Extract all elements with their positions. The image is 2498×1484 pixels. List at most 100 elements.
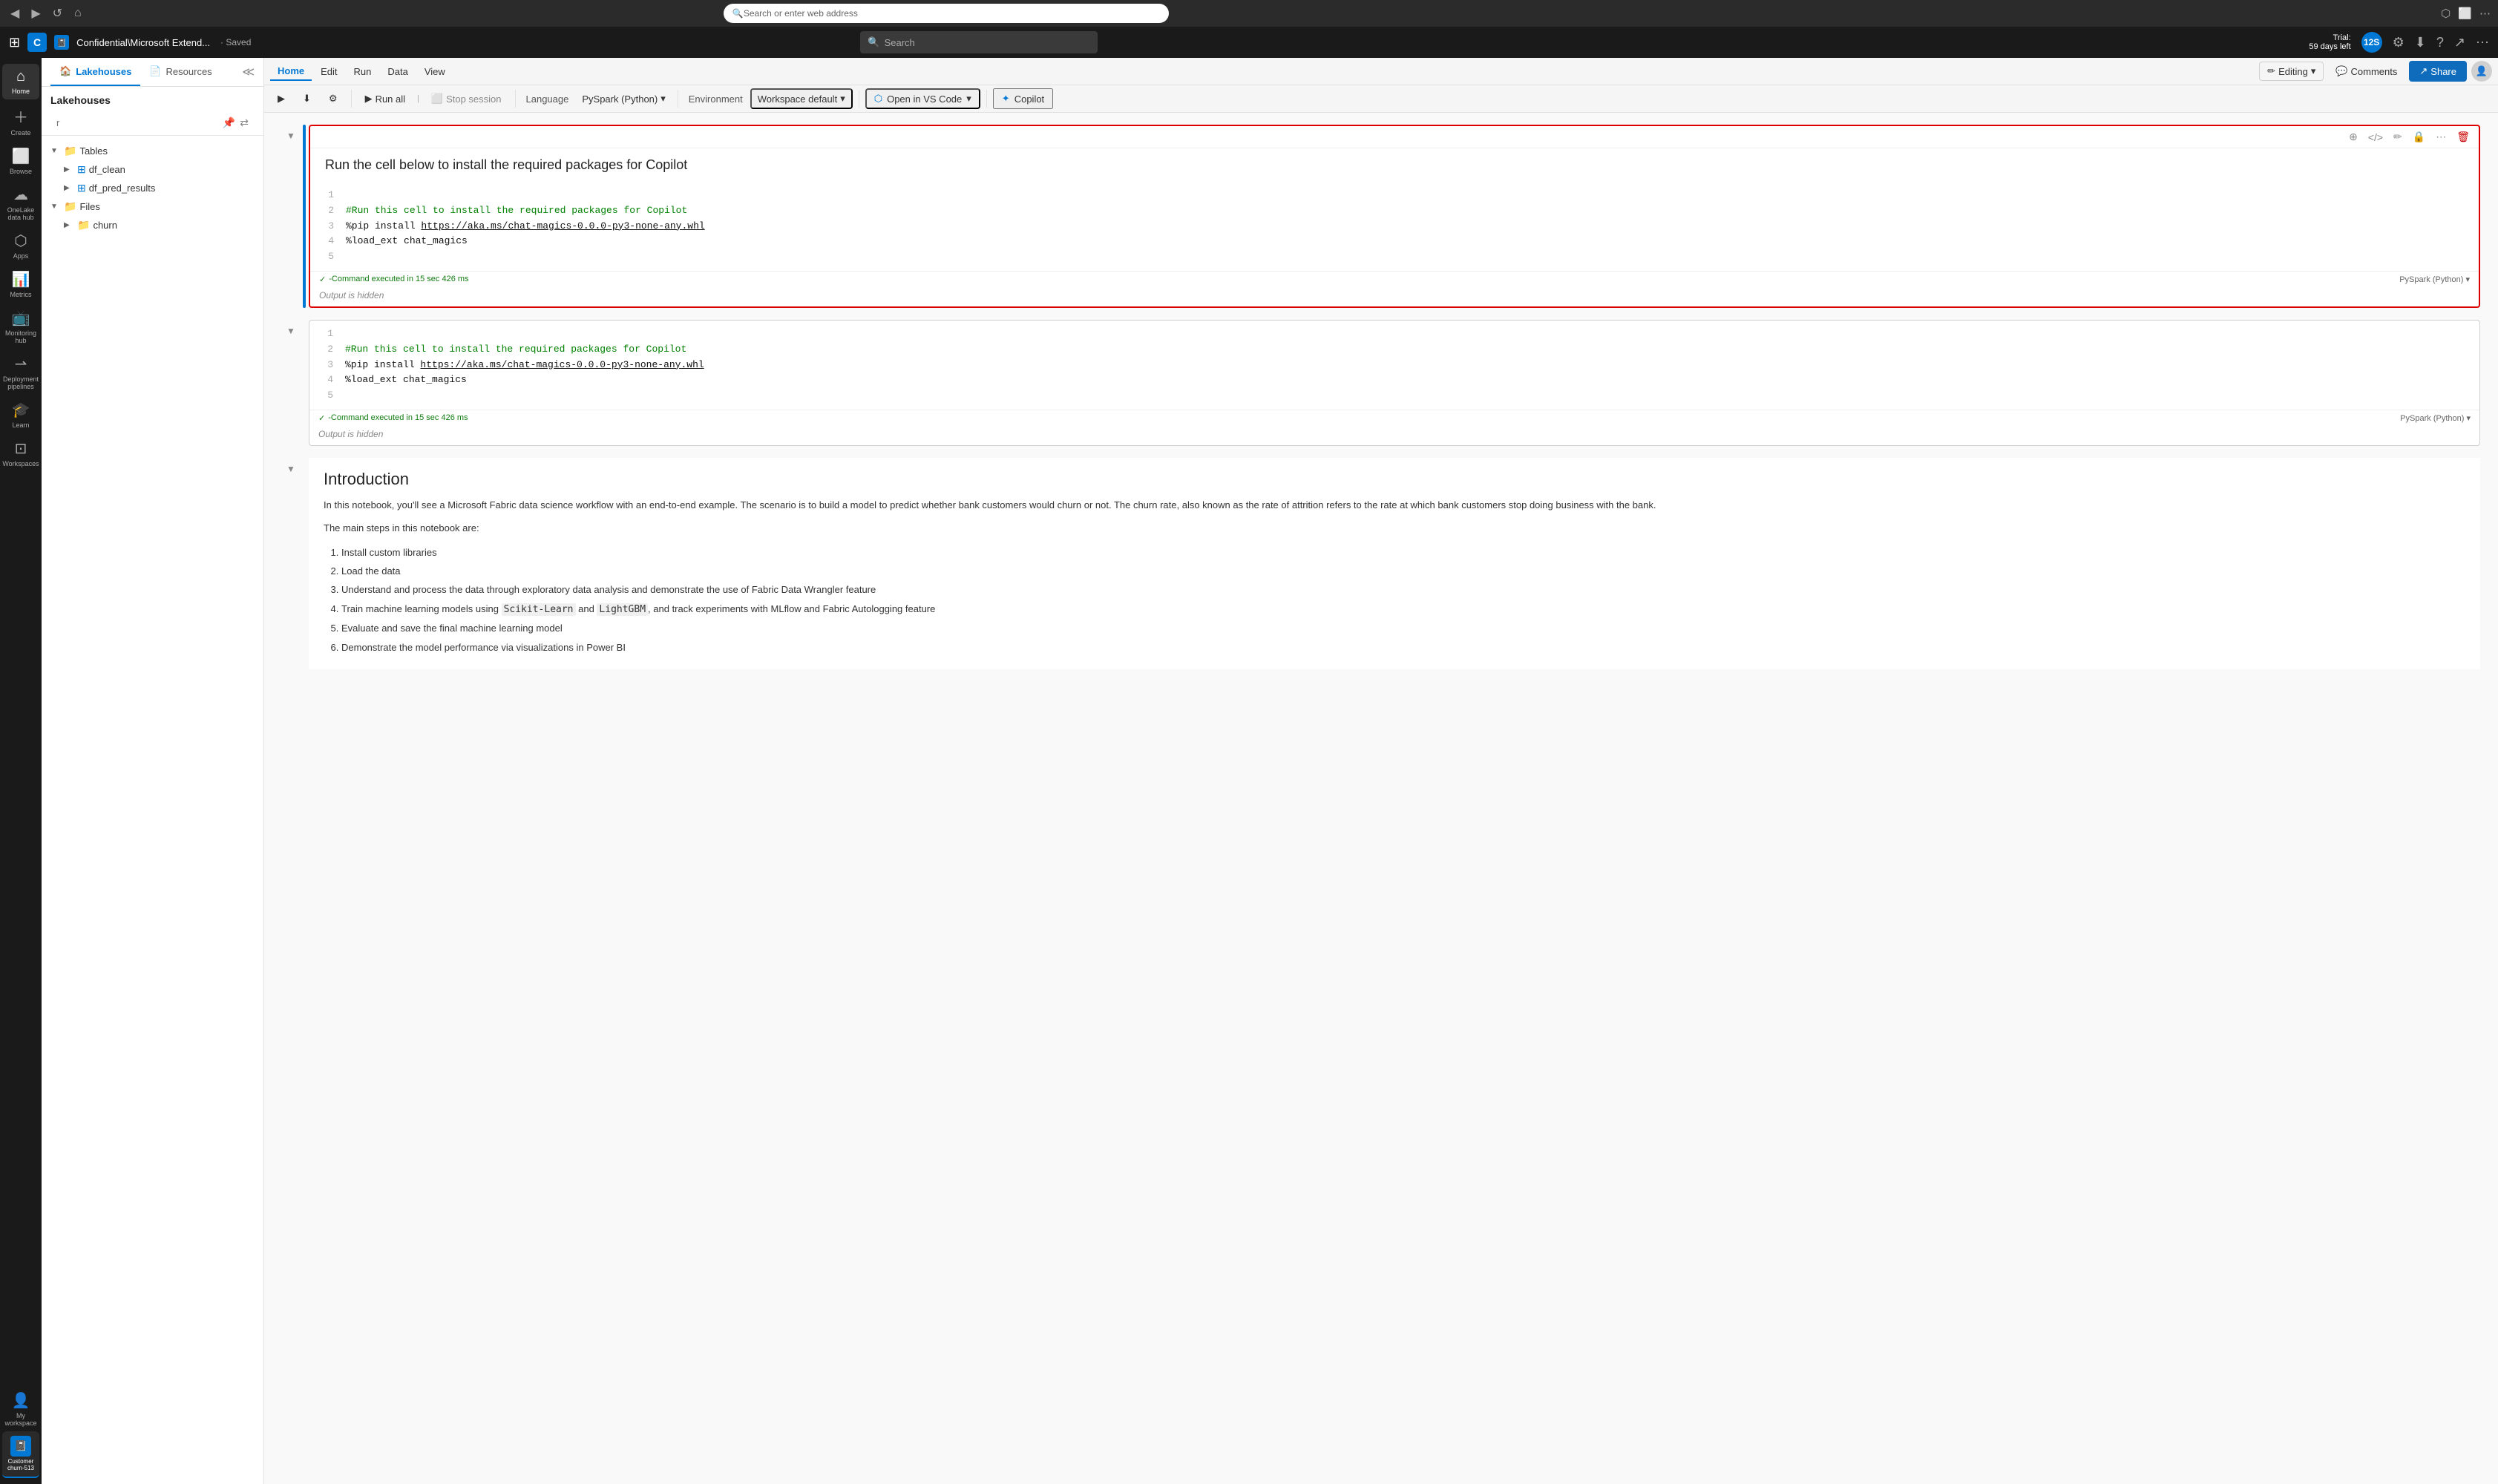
separator	[986, 90, 987, 108]
chevron-right-icon: ▶	[64, 184, 74, 192]
user-avatar[interactable]: 12S	[2361, 32, 2382, 53]
output-hidden-label-2[interactable]: Output is hidden	[309, 426, 2479, 445]
share-icon[interactable]: ↗	[2454, 35, 2465, 50]
editing-button[interactable]: ✏ Editing ▾	[2259, 62, 2324, 81]
swap-icon[interactable]: ⇄	[240, 116, 249, 129]
search-icon: 🔍	[868, 36, 879, 48]
refresh-button[interactable]: ↺	[50, 3, 65, 24]
sidebar-item-workspaces[interactable]: ⊡ Workspaces	[2, 435, 39, 472]
chevron-down-icon: ▾	[2466, 414, 2471, 423]
menu-item-data[interactable]: Data	[380, 63, 415, 80]
home-button[interactable]: ⌂	[71, 4, 85, 23]
stop-session-button[interactable]: ⬜ Stop session	[424, 90, 509, 108]
code-area-2[interactable]: 1 2 #Run this cell to install the requir…	[309, 321, 2479, 410]
tab-resources[interactable]: 📄 Resources	[140, 58, 220, 86]
sidebar-item-deployment[interactable]: ⇀ Deployment pipelines	[2, 350, 39, 395]
waffle-menu[interactable]: ⊞	[9, 35, 20, 50]
sidebar-item-create[interactable]: ＋ Create	[2, 101, 39, 141]
sidebar-item-learn[interactable]: 🎓 Learn	[2, 396, 39, 433]
code-line-4: 4 %load_ext chat_magics	[318, 372, 2471, 388]
sidebar-item-onelake[interactable]: ☁ OneLake data hub	[2, 181, 39, 226]
tab-icon[interactable]: ⬜	[2458, 7, 2472, 20]
download-icon[interactable]: ⬇	[2415, 35, 2426, 50]
search-bar[interactable]: 🔍 Search	[860, 31, 1098, 53]
sidebar-item-customer[interactable]: 📓 Customer churn-513	[2, 1431, 39, 1478]
check-icon: ✓	[318, 413, 325, 423]
stop-icon: ⬜	[431, 93, 443, 105]
environment-selector[interactable]: Workspace default ▾	[750, 88, 853, 109]
code-area-1[interactable]: 1 2 #Run this cell to install the requir…	[310, 182, 2479, 271]
sidebar-bottom: 👤 My workspace 📓 Customer churn-513	[2, 1387, 39, 1478]
run-all-button[interactable]: ▶ Run all	[358, 90, 413, 108]
intro-bar	[303, 458, 306, 669]
lakehouse-search-input[interactable]	[56, 117, 218, 128]
target-icon[interactable]: ⊕	[2346, 129, 2361, 145]
user-avatar-btn[interactable]: 👤	[2471, 61, 2492, 82]
divider	[42, 135, 263, 136]
cell-body-1[interactable]: ⊕ </> ✏ 🔒 ⋯ 🗑 Run the cell below to inst…	[309, 125, 2480, 308]
menu-item-run[interactable]: Run	[347, 63, 379, 80]
open-vscode-button[interactable]: ⬡ Open in VS Code ▾	[865, 88, 980, 109]
separator	[351, 90, 352, 108]
tree-item-df-clean[interactable]: ▶ ⊞ df_clean	[42, 160, 263, 179]
list-item: Load the data	[341, 562, 2465, 580]
code-icon[interactable]: </>	[2365, 130, 2386, 145]
menu-item-edit[interactable]: Edit	[313, 63, 344, 80]
output-hidden-label-1[interactable]: Output is hidden	[310, 287, 2479, 306]
code-line-5: 5	[318, 388, 2471, 404]
collapse-intro-button[interactable]: ▼	[286, 464, 295, 474]
cell-body-2[interactable]: 1 2 #Run this cell to install the requir…	[309, 320, 2480, 446]
more-icon[interactable]: ⋯	[2476, 35, 2489, 50]
copilot-button[interactable]: ✦ Copilot	[993, 88, 1053, 109]
settings-button[interactable]: ⚙	[321, 90, 345, 108]
search-icon: 🔍	[732, 8, 744, 19]
pencil-icon[interactable]: ✏	[2390, 129, 2405, 145]
tree-item-files[interactable]: ▼ 📁 Files	[42, 197, 263, 216]
language-selector[interactable]: PySpark (Python) ▾	[576, 90, 671, 108]
lang-indicator-2: PySpark (Python) ▾	[2400, 413, 2471, 423]
sidebar-item-browse[interactable]: ⬜ Browse	[2, 142, 39, 180]
sidebar-item-home[interactable]: ⌂ Home	[2, 64, 39, 99]
intro-title: Introduction	[324, 470, 2465, 489]
list-item: Install custom libraries	[341, 544, 2465, 561]
saved-indicator[interactable]: · Saved	[220, 37, 251, 47]
share-button[interactable]: ↗ Share	[2409, 61, 2467, 82]
vscode-icon: ⬡	[874, 93, 882, 105]
help-icon[interactable]: ?	[2436, 35, 2444, 50]
monitoring-icon: 📺	[12, 309, 30, 327]
collapse-cell-button[interactable]: ▼	[286, 326, 295, 336]
more-icon[interactable]: ⋯	[2433, 129, 2449, 145]
list-item: Evaluate and save the final machine lear…	[341, 620, 2465, 637]
menu-item-home[interactable]: Home	[270, 62, 312, 81]
settings-icon[interactable]: ⋯	[2479, 7, 2491, 20]
tree-item-tables[interactable]: ▼ 📁 Tables	[42, 142, 263, 160]
lock-icon[interactable]: 🔒	[2410, 129, 2428, 145]
execution-status-2: ✓ -Command executed in 15 sec 426 ms	[318, 413, 468, 423]
tab-lakehouses[interactable]: 🏠 Lakehouses	[50, 58, 140, 86]
intro-cell: ▼ Introduction In this notebook, you'll …	[282, 458, 2480, 669]
menu-item-view[interactable]: View	[417, 63, 453, 80]
comments-button[interactable]: 💬 Comments	[2328, 62, 2404, 80]
settings-icon[interactable]: ⚙	[2393, 35, 2404, 50]
address-bar[interactable]: 🔍 Search or enter web address	[724, 4, 1169, 23]
sidebar-item-metrics[interactable]: 📊 Metrics	[2, 266, 39, 303]
notebook-area[interactable]: ▼ ⊕ </> ✏ 🔒 ⋯ 🗑 Run the cell below to in…	[264, 113, 2498, 1484]
collapse-panel-button[interactable]: ≪	[242, 58, 255, 86]
download-button[interactable]: ⬇	[295, 90, 318, 108]
execution-status: ✓ -Command executed in 15 sec 426 ms	[319, 275, 469, 284]
sidebar-item-monitoring[interactable]: 📺 Monitoring hub	[2, 304, 39, 349]
tree-item-churn[interactable]: ▶ 📁 churn	[42, 216, 263, 234]
collapse-cell-button[interactable]: ▼	[286, 131, 295, 141]
play-icon: ▶	[365, 93, 373, 105]
delete-icon[interactable]: 🗑	[2453, 129, 2473, 145]
run-cell-button[interactable]: ▶	[270, 90, 292, 108]
back-button[interactable]: ◀	[7, 3, 22, 24]
sidebar-item-apps[interactable]: ⬡ Apps	[2, 227, 39, 264]
forward-button[interactable]: ▶	[28, 3, 43, 24]
chevron-down-icon: ▼	[50, 147, 61, 155]
left-panel-header: Lakehouses	[42, 87, 263, 114]
extensions-icon[interactable]: ⬡	[2441, 7, 2451, 20]
sidebar-item-myworkspace[interactable]: 👤 My workspace	[2, 1387, 39, 1431]
tree-item-df-pred-results[interactable]: ▶ ⊞ df_pred_results	[42, 179, 263, 197]
pin-icon[interactable]: 📌	[223, 116, 235, 129]
